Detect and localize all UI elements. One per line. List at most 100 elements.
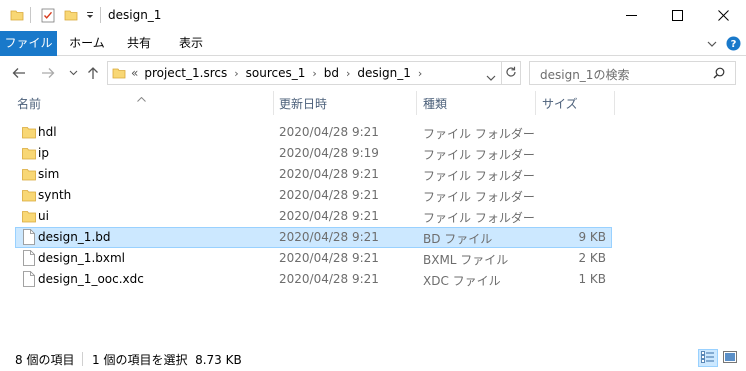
status-bar: 8 個の項目 1 個の項目を選択 8.73 KB xyxy=(0,346,746,371)
file-type: ファイル フォルダー xyxy=(423,211,535,225)
file-date: 2020/04/28 9:21 xyxy=(279,272,379,286)
list-item[interactable]: design_1.bxml 2020/04/28 9:21 BXML ファイル … xyxy=(15,248,612,269)
column-header: 名前 更新日時 種類 サイズ xyxy=(0,91,746,116)
file-type: XDC ファイル xyxy=(423,274,501,288)
file-date: 2020/04/28 9:21 xyxy=(279,167,379,181)
ribbon-tabs: ファイル ホーム 共有 表示 ? xyxy=(0,31,746,56)
breadcrumb-item[interactable]: design_1 xyxy=(354,66,413,80)
address-history-icon[interactable] xyxy=(486,70,496,84)
folder-icon xyxy=(112,66,126,83)
recent-locations-icon[interactable] xyxy=(65,65,81,81)
refresh-button[interactable] xyxy=(501,61,521,85)
details-view-button[interactable] xyxy=(698,349,718,367)
quick-access-divider xyxy=(30,7,32,26)
file-name: design_1.bxml xyxy=(38,251,125,265)
file-name: design_1.bd xyxy=(38,230,111,244)
selection-info: 1 個の項目を選択 8.73 KB xyxy=(92,353,242,367)
file-type: BXML ファイル xyxy=(423,253,509,267)
breadcrumb: « project_1.srcs › sources_1 › bd › desi… xyxy=(128,62,426,84)
list-item[interactable]: design_1_ooc.xdc 2020/04/28 9:21 XDC ファイ… xyxy=(15,269,612,290)
file-name: ui xyxy=(38,209,49,223)
breadcrumb-item[interactable]: bd xyxy=(321,66,342,80)
tab-home[interactable]: ホーム xyxy=(62,31,112,56)
close-button[interactable] xyxy=(700,0,746,31)
up-icon[interactable] xyxy=(85,65,101,81)
list-item[interactable]: hdl 2020/04/28 9:21 ファイル フォルダー xyxy=(15,122,612,143)
column-date[interactable]: 更新日時 xyxy=(279,95,327,112)
column-type[interactable]: 種類 xyxy=(423,95,447,112)
large-icons-view-button[interactable] xyxy=(720,349,740,367)
list-item[interactable]: sim 2020/04/28 9:21 ファイル フォルダー xyxy=(15,164,612,185)
column-size[interactable]: サイズ xyxy=(542,95,578,112)
new-folder-icon[interactable] xyxy=(64,8,78,25)
tab-share[interactable]: 共有 xyxy=(116,31,162,56)
file-type: ファイル フォルダー xyxy=(423,127,535,141)
breadcrumb-item[interactable]: project_1.srcs xyxy=(141,66,230,80)
list-item[interactable]: synth 2020/04/28 9:21 ファイル フォルダー xyxy=(15,185,612,206)
file-date: 2020/04/28 9:21 xyxy=(279,251,379,265)
tab-view[interactable]: 表示 xyxy=(168,31,214,56)
svg-text:?: ? xyxy=(730,39,736,50)
file-date: 2020/04/28 9:21 xyxy=(279,188,379,202)
forward-icon[interactable] xyxy=(40,65,56,81)
chevron-right-icon[interactable]: › xyxy=(308,67,320,80)
large-icons-view-icon xyxy=(723,350,737,366)
folder-icon xyxy=(22,124,36,140)
customize-toolbar-icon[interactable] xyxy=(85,9,95,24)
file-type: ファイル フォルダー xyxy=(423,148,535,162)
properties-icon[interactable] xyxy=(41,8,55,26)
file-name: hdl xyxy=(38,125,57,139)
details-view-icon xyxy=(701,350,715,366)
file-date: 2020/04/28 9:21 xyxy=(279,230,379,244)
item-count: 8 個の項目 xyxy=(15,353,75,367)
chevron-right-icon[interactable]: › xyxy=(342,67,354,80)
status-divider xyxy=(82,352,83,366)
column-name[interactable]: 名前 xyxy=(17,95,41,112)
file-name: ip xyxy=(38,146,49,160)
file-name: synth xyxy=(38,188,72,202)
breadcrumb-item[interactable]: sources_1 xyxy=(243,66,309,80)
chevron-right-icon[interactable]: › xyxy=(414,67,426,80)
list-item[interactable]: ui 2020/04/28 9:21 ファイル フォルダー xyxy=(15,206,612,227)
file-type: BD ファイル xyxy=(423,232,493,246)
file-size: 2 KB xyxy=(578,251,606,265)
column-divider[interactable] xyxy=(614,91,615,115)
folder-icon xyxy=(10,8,24,25)
chevron-right-icon[interactable]: › xyxy=(230,67,242,80)
folder-icon xyxy=(22,187,36,203)
file-name: design_1_ooc.xdc xyxy=(38,272,144,286)
search-icon[interactable] xyxy=(713,67,725,82)
folder-icon xyxy=(22,145,36,161)
address-bar[interactable]: « project_1.srcs › sources_1 › bd › desi… xyxy=(107,61,502,85)
list-item[interactable]: ip 2020/04/28 9:19 ファイル フォルダー xyxy=(15,143,612,164)
help-icon[interactable]: ? xyxy=(724,31,742,56)
sort-ascending-icon xyxy=(137,91,146,105)
file-icon xyxy=(22,250,36,266)
expand-ribbon-icon[interactable] xyxy=(704,31,720,56)
maximize-button[interactable] xyxy=(654,0,700,31)
tab-file[interactable]: ファイル xyxy=(0,31,57,56)
file-type: ファイル フォルダー xyxy=(423,169,535,183)
file-date: 2020/04/28 9:21 xyxy=(279,125,379,139)
folder-icon xyxy=(22,166,36,182)
list-item-selected[interactable]: design_1.bd 2020/04/28 9:21 BD ファイル 9 KB xyxy=(15,227,612,248)
minimize-button[interactable] xyxy=(608,0,654,31)
file-name: sim xyxy=(38,167,60,181)
file-icon xyxy=(22,271,36,287)
column-divider[interactable] xyxy=(535,91,536,115)
back-icon[interactable] xyxy=(11,65,27,81)
file-date: 2020/04/28 9:21 xyxy=(279,209,379,223)
title-divider xyxy=(100,7,102,26)
column-divider[interactable] xyxy=(416,91,417,115)
search-placeholder: design_1の検索 xyxy=(540,68,630,82)
folder-icon xyxy=(22,208,36,224)
column-divider[interactable] xyxy=(273,91,274,115)
window-title: design_1 xyxy=(108,8,162,22)
search-box[interactable]: design_1の検索 xyxy=(529,61,736,85)
file-size: 1 KB xyxy=(578,272,606,286)
breadcrumb-overflow[interactable]: « xyxy=(128,66,141,80)
file-date: 2020/04/28 9:19 xyxy=(279,146,379,160)
title-bar: design_1 xyxy=(0,0,746,31)
file-size: 9 KB xyxy=(578,230,606,244)
file-icon xyxy=(22,229,36,245)
